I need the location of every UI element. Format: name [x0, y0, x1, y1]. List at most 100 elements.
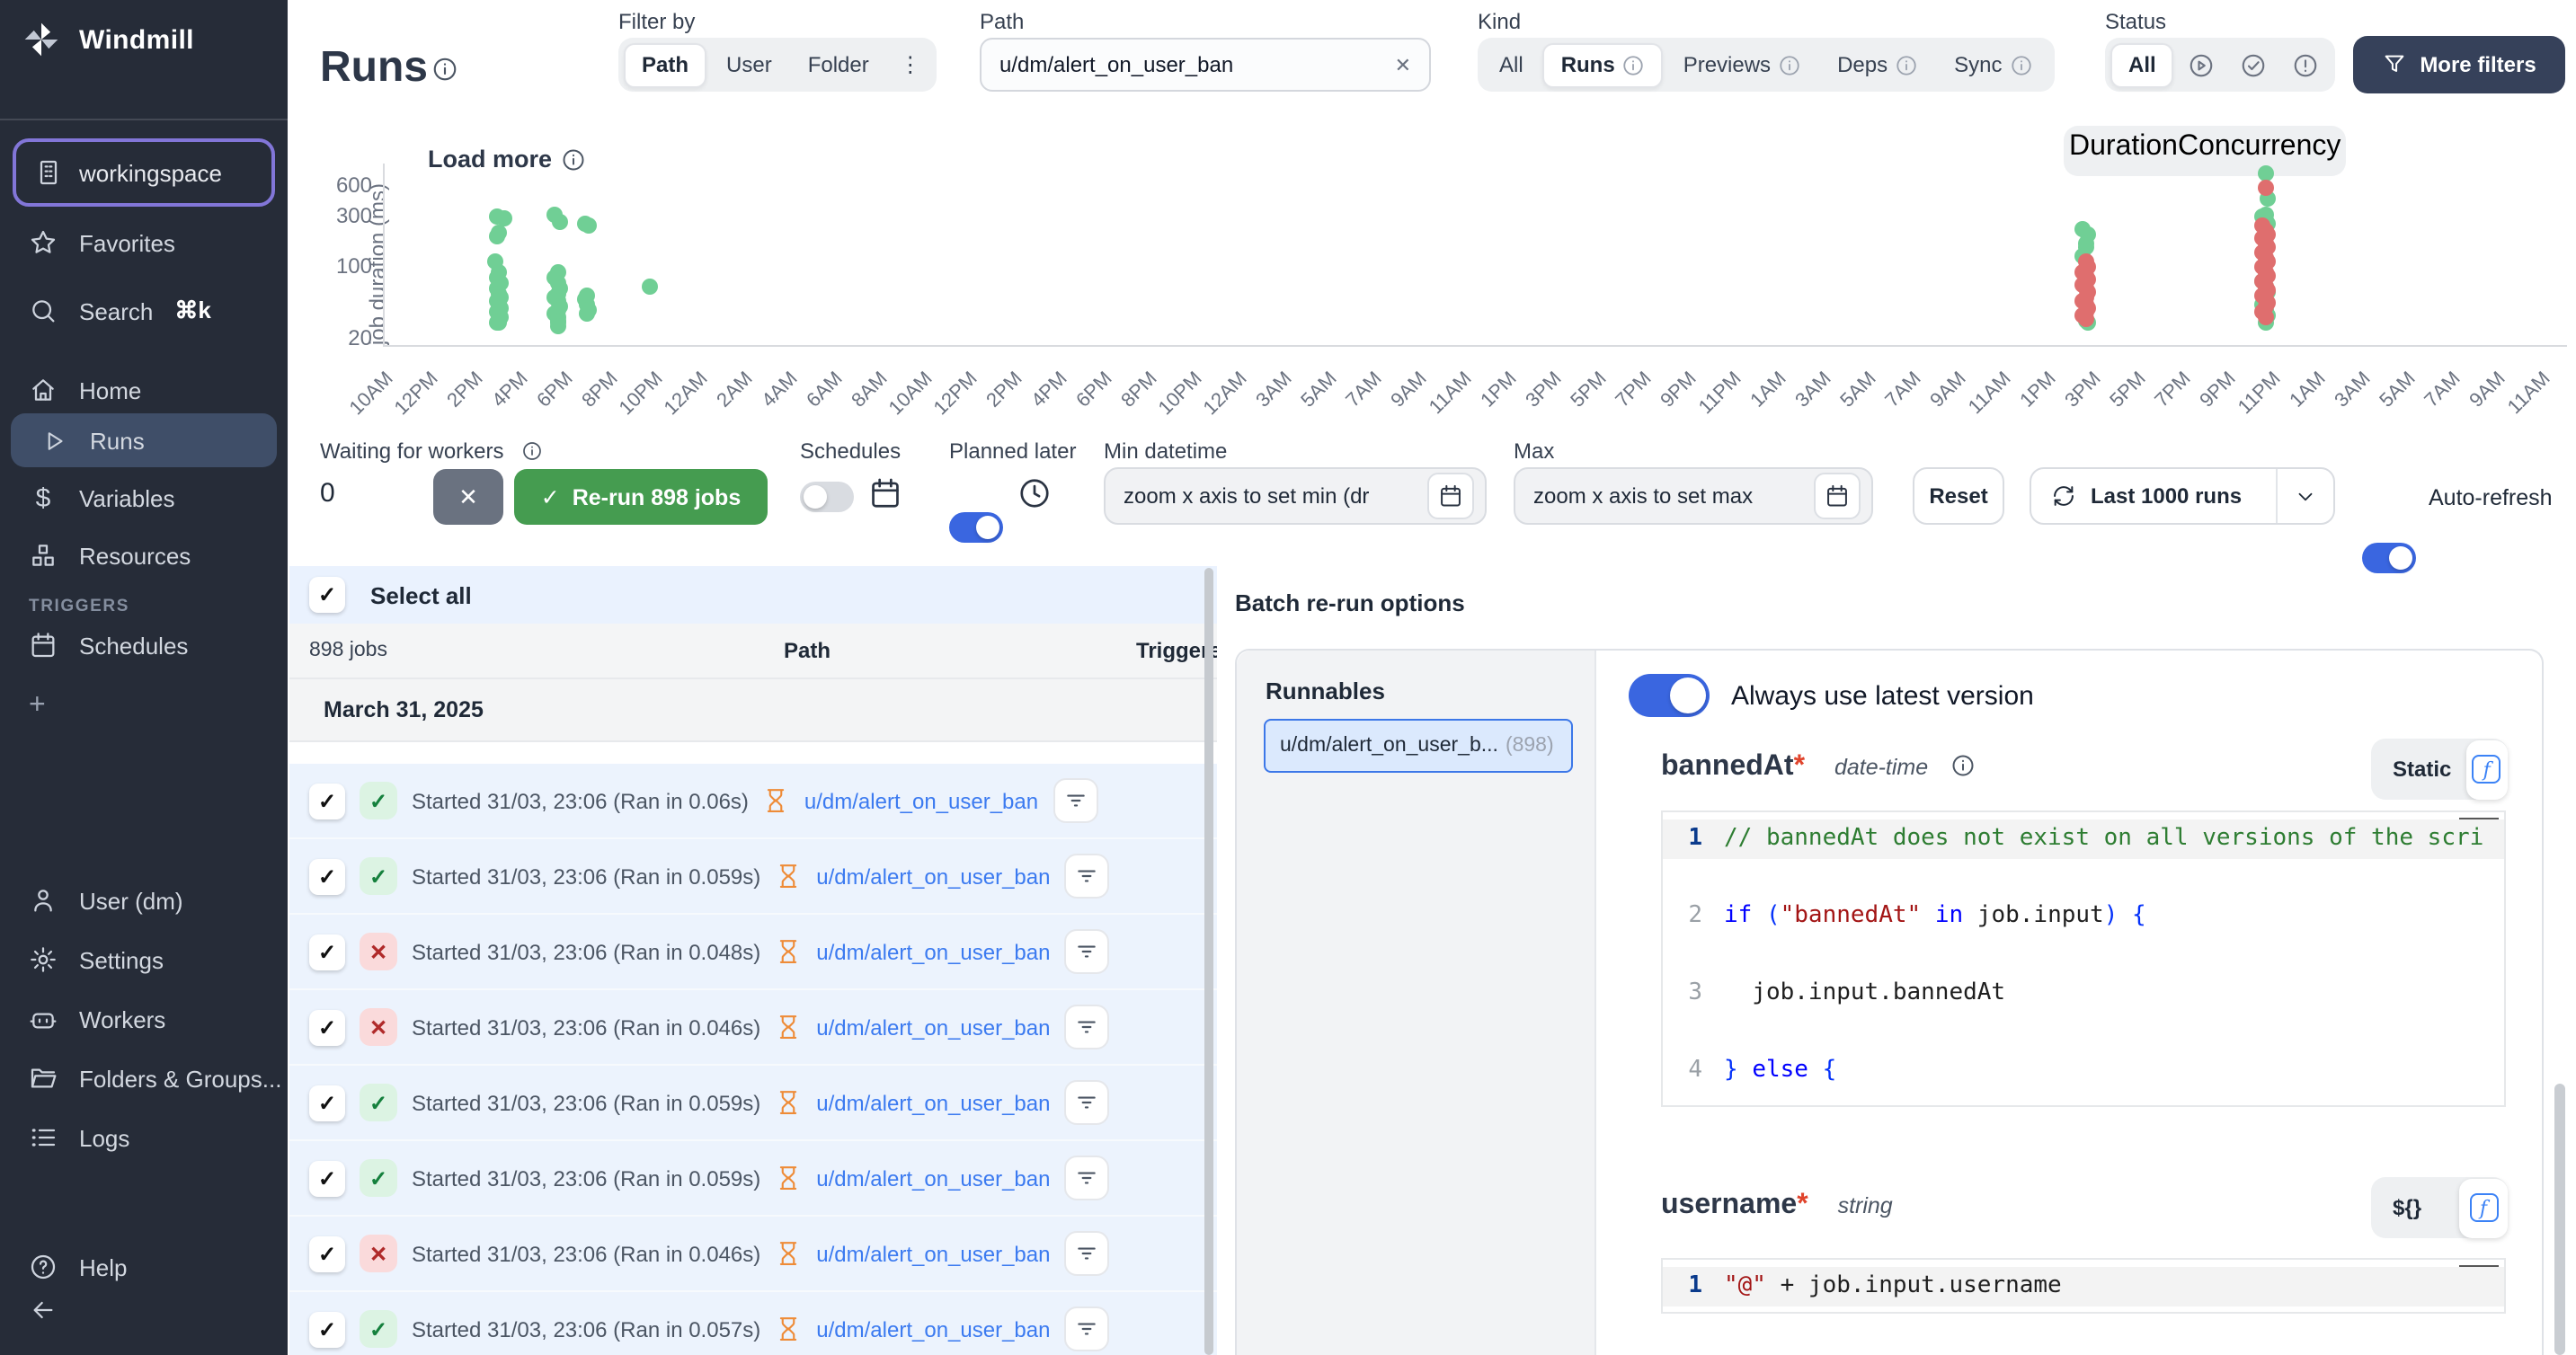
filter-by-folder[interactable]: Folder — [792, 42, 885, 87]
mode-expression-button[interactable]: f — [2459, 1178, 2508, 1237]
schedules-toggle[interactable] — [800, 482, 854, 512]
sidebar-item-search[interactable]: Search ⌘k — [0, 284, 288, 338]
runnable-chip[interactable]: u/dm/alert_on_user_b... (898) — [1264, 719, 1573, 773]
run-row[interactable]: ✓✓Started 31/03, 23:06 (Ran in 0.059s)u/… — [289, 839, 1217, 915]
clear-path-icon[interactable]: ✕ — [1395, 53, 1411, 76]
last-runs-dropdown[interactable]: Last 1000 runs — [2030, 467, 2335, 525]
kind-runs[interactable]: Runs — [1543, 42, 1664, 87]
latest-version-toggle[interactable] — [1629, 674, 1710, 717]
row-filter-button[interactable] — [1064, 1231, 1109, 1276]
run-path-link[interactable]: u/dm/alert_on_user_ban — [816, 939, 1050, 964]
row-checkbox[interactable]: ✓ — [309, 934, 345, 970]
sidebar-item-workers[interactable]: Workers — [0, 992, 288, 1046]
collapse-sidebar-button[interactable] — [0, 1283, 288, 1337]
sidebar-item-user[interactable]: User (dm) — [0, 873, 288, 927]
kind-sync[interactable]: Sync — [1938, 42, 2048, 87]
run-row[interactable]: ✓✓Started 31/03, 23:06 (Ran in 0.06s)u/d… — [289, 764, 1217, 839]
sidebar-item-logs[interactable]: Logs — [0, 1111, 288, 1165]
filter-by-path[interactable]: Path — [624, 42, 706, 87]
row-checkbox[interactable]: ✓ — [309, 1311, 345, 1347]
row-checkbox[interactable]: ✓ — [309, 858, 345, 894]
mode-expression-button[interactable]: f — [2465, 739, 2508, 799]
run-dot-success[interactable] — [552, 213, 568, 229]
filter-by-more-menu[interactable]: ⋮ — [889, 42, 932, 87]
row-filter-button[interactable] — [1064, 1156, 1109, 1200]
run-dot-failure[interactable] — [2077, 311, 2093, 327]
tab-concurrency[interactable]: Concurrency — [2178, 130, 2341, 172]
status-running[interactable] — [2178, 42, 2226, 87]
row-checkbox[interactable]: ✓ — [309, 1160, 345, 1196]
select-all-checkbox[interactable]: ✓ — [309, 577, 345, 613]
run-row[interactable]: ✓✕Started 31/03, 23:06 (Ran in 0.046s)u/… — [289, 990, 1217, 1066]
mode-template[interactable]: ${} — [2393, 1195, 2421, 1220]
run-dot-success[interactable] — [579, 306, 595, 322]
max-datetime-input[interactable]: zoom x axis to set max — [1514, 467, 1873, 525]
runs-info-icon[interactable] — [431, 56, 458, 92]
sidebar-item-favorites[interactable]: Favorites — [0, 216, 288, 270]
row-filter-button[interactable] — [1064, 1306, 1109, 1351]
run-dot-success[interactable] — [549, 319, 565, 335]
kind-all[interactable]: All — [1483, 42, 1540, 87]
run-dot-success[interactable] — [495, 210, 511, 226]
status-all[interactable]: All — [2110, 42, 2174, 87]
load-more-button[interactable]: Load more — [428, 146, 552, 173]
workspace-selector[interactable]: workingspace — [13, 138, 275, 207]
waiting-info-icon[interactable] — [521, 438, 543, 471]
username-code-editor[interactable]: 1"@" + job.input.username — [1661, 1258, 2506, 1314]
auto-refresh-toggle[interactable] — [2362, 543, 2416, 573]
run-row[interactable]: ✓✓Started 31/03, 23:06 (Ran in 0.059s)u/… — [289, 1141, 1217, 1217]
status-failure[interactable] — [2282, 42, 2331, 87]
row-filter-button[interactable] — [1053, 778, 1097, 823]
field-info-icon[interactable] — [1950, 753, 1976, 787]
row-filter-button[interactable] — [1064, 1005, 1109, 1049]
min-datetime-input[interactable]: zoom x axis to set min (dr — [1104, 467, 1487, 525]
path-filter-input[interactable]: u/dm/alert_on_user_ban ✕ — [980, 38, 1431, 92]
sidebar-item-schedules[interactable]: Schedules — [0, 618, 288, 672]
run-dot-success[interactable] — [642, 279, 658, 296]
run-dot-failure[interactable] — [2257, 179, 2273, 195]
row-filter-button[interactable] — [1064, 854, 1109, 899]
sidebar-item-runs[interactable]: Runs — [11, 413, 277, 467]
row-checkbox[interactable]: ✓ — [309, 783, 345, 819]
tab-duration[interactable]: Duration — [2069, 130, 2178, 172]
list-scrollbar[interactable] — [1204, 568, 1213, 1355]
more-filters-button[interactable]: More filters — [2353, 36, 2565, 93]
row-checkbox[interactable]: ✓ — [309, 1085, 345, 1120]
sidebar-item-resources[interactable]: Resources — [0, 528, 288, 582]
run-path-link[interactable]: u/dm/alert_on_user_ban — [804, 788, 1038, 813]
run-row[interactable]: ✓✕Started 31/03, 23:06 (Ran in 0.048s)u/… — [289, 915, 1217, 990]
run-path-link[interactable]: u/dm/alert_on_user_ban — [816, 1241, 1050, 1266]
sidebar-item-variables[interactable]: $ Variables — [0, 471, 288, 525]
run-row[interactable]: ✓✕Started 31/03, 23:06 (Ran in 0.046s)u/… — [289, 1217, 1217, 1292]
cancel-selection-button[interactable]: ✕ — [433, 469, 503, 525]
bannedat-code-editor[interactable]: 1// bannedAt does not exist on all versi… — [1661, 810, 2506, 1107]
kind-deps[interactable]: Deps — [1821, 42, 1934, 87]
sidebar-item-settings[interactable]: Settings — [0, 933, 288, 987]
status-success[interactable] — [2230, 42, 2278, 87]
run-dot-success[interactable] — [491, 315, 507, 332]
add-trigger-button[interactable]: + — [0, 679, 288, 733]
page-scrollbar[interactable] — [2554, 1084, 2565, 1355]
run-path-link[interactable]: u/dm/alert_on_user_ban — [816, 863, 1050, 889]
max-calendar-button[interactable] — [1814, 473, 1861, 519]
mode-static[interactable]: Static — [2393, 757, 2451, 782]
run-row[interactable]: ✓✓Started 31/03, 23:06 (Ran in 0.059s)u/… — [289, 1066, 1217, 1141]
run-path-link[interactable]: u/dm/alert_on_user_ban — [816, 1090, 1050, 1115]
sidebar-item-folders-groups[interactable]: Folders & Groups... — [0, 1051, 288, 1105]
row-filter-button[interactable] — [1064, 1080, 1109, 1125]
run-path-link[interactable]: u/dm/alert_on_user_ban — [816, 1316, 1050, 1342]
filter-by-user[interactable]: User — [710, 42, 788, 87]
planned-later-toggle[interactable] — [949, 512, 1003, 543]
app-logo[interactable]: Windmill — [22, 20, 194, 59]
rerun-jobs-button[interactable]: ✓ Re-run 898 jobs — [514, 469, 768, 525]
run-dot-success[interactable] — [581, 218, 597, 235]
row-checkbox[interactable]: ✓ — [309, 1235, 345, 1271]
min-calendar-button[interactable] — [1427, 473, 1474, 519]
run-row[interactable]: ✓✓Started 31/03, 23:06 (Ran in 0.057s)u/… — [289, 1292, 1217, 1355]
sidebar-item-home[interactable]: Home — [0, 363, 288, 417]
run-path-link[interactable]: u/dm/alert_on_user_ban — [816, 1014, 1050, 1040]
reset-button[interactable]: Reset — [1913, 467, 2004, 525]
run-dot-success[interactable] — [489, 228, 505, 244]
row-checkbox[interactable]: ✓ — [309, 1009, 345, 1045]
last-runs-caret[interactable] — [2276, 469, 2333, 523]
